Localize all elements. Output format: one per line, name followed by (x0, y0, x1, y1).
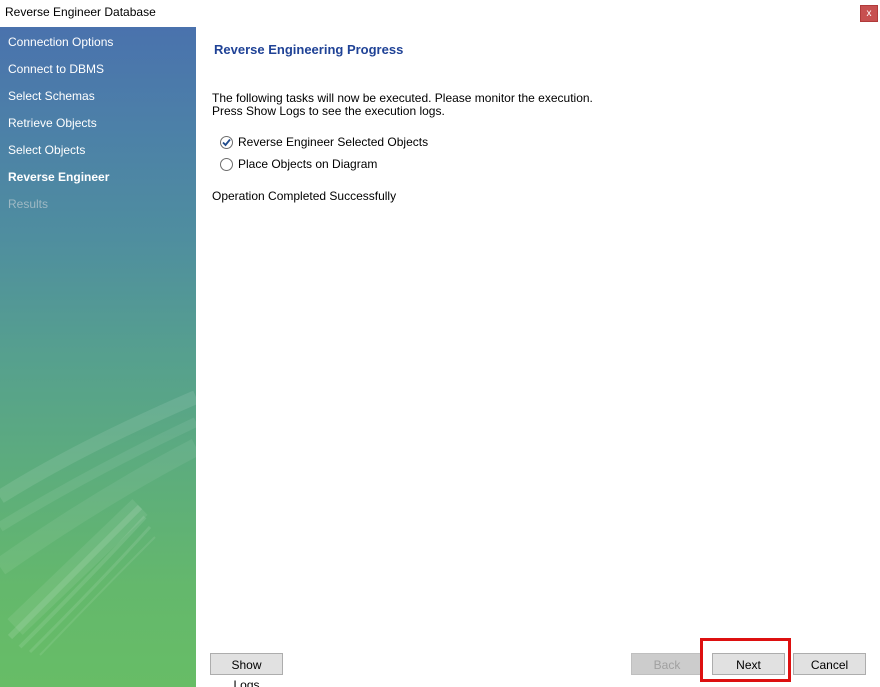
back-button: Back (631, 653, 703, 675)
close-icon: x (866, 8, 872, 19)
close-button[interactable]: x (860, 5, 878, 22)
task-label: Place Objects on Diagram (238, 157, 378, 171)
step-retrieve-objects[interactable]: Retrieve Objects (8, 116, 97, 130)
step-select-objects[interactable]: Select Objects (8, 143, 85, 157)
task-done-indicator (220, 135, 233, 149)
window-title: Reverse Engineer Database (5, 5, 156, 19)
task-pending-indicator (220, 157, 233, 171)
step-reverse-engineer[interactable]: Reverse Engineer (8, 170, 109, 184)
step-connection-options[interactable]: Connection Options (8, 35, 113, 49)
wizard-sidebar: Connection Options Connect to DBMS Selec… (0, 27, 196, 687)
description: The following tasks will now be executed… (212, 92, 812, 118)
task-label: Reverse Engineer Selected Objects (238, 135, 429, 149)
page-title: Reverse Engineering Progress (214, 42, 404, 57)
next-button[interactable]: Next (712, 653, 785, 675)
reverse-engineer-dialog: Reverse Engineer Database x Connection O… (0, 0, 880, 687)
task-place-objects-on-diagram: Place Objects on Diagram (220, 156, 377, 172)
show-logs-button[interactable]: Show Logs (210, 653, 283, 687)
step-results: Results (8, 197, 49, 211)
step-select-schemas[interactable]: Select Schemas (8, 89, 95, 103)
description-line-2: Press Show Logs to see the execution log… (212, 104, 445, 118)
title-bar: Reverse Engineer Database x (0, 0, 880, 27)
task-reverse-engineer-selected-objects: Reverse Engineer Selected Objects (220, 134, 428, 150)
step-connect-to-dbms[interactable]: Connect to DBMS (8, 62, 104, 76)
wizard-content: Reverse Engineering Progress The followi… (196, 27, 880, 687)
check-icon (222, 138, 231, 146)
status-message: Operation Completed Successfully (212, 189, 397, 203)
cancel-button[interactable]: Cancel (793, 653, 866, 675)
